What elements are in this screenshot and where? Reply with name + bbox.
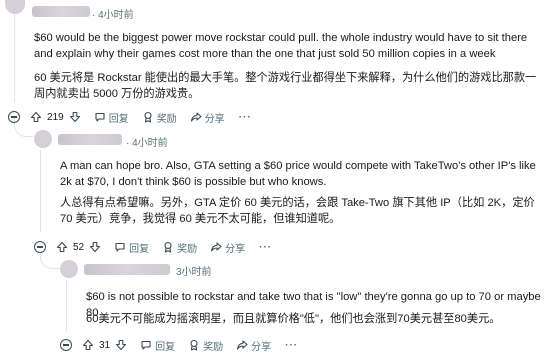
collapse-icon[interactable] [34, 241, 46, 253]
award-label: 奖励 [177, 243, 198, 255]
comment-text-zh: 60美元不可能成为摇滚明星，而且就算价格"低"，他们也会涨到70美元甚至80美元… [86, 313, 501, 325]
timestamp: · 4小时前 [126, 138, 168, 149]
thread-line-root [14, 2, 15, 102]
comment-text-zh: 人总得有点希望嘛。另外，GTA 定价 60 美元的话，会跟 Take-Two 旗… [60, 197, 535, 225]
comment-text-en: A man can hope bro. Also, GTA setting a … [60, 160, 536, 188]
award-icon [144, 111, 152, 123]
comment-actions: 31 回复 奖励 分享 ··· [60, 335, 298, 355]
vote-count: 31 [99, 339, 111, 351]
upvote-arrow-icon[interactable] [30, 111, 42, 123]
award-label: 奖励 [203, 341, 224, 353]
reply-label: 回复 [155, 341, 176, 353]
comment-text-zh: 60 美元将是 Rockstar 能使出的最大手笔。整个游戏行业都得坐下来解释，… [34, 72, 537, 100]
avatar[interactable] [5, 0, 25, 14]
speech-bubble-icon [115, 242, 125, 252]
share-button[interactable]: 分享 [236, 338, 271, 353]
award-icon [190, 339, 198, 351]
share-label: 分享 [225, 243, 246, 255]
award-button[interactable]: 奖励 [142, 110, 177, 125]
more-options-button[interactable]: ··· [285, 340, 298, 351]
downvote-arrow-icon[interactable] [89, 241, 101, 253]
reply-button[interactable]: 回复 [140, 338, 175, 353]
collapse-icon[interactable] [60, 339, 72, 351]
award-icon [164, 241, 172, 253]
timestamp: 3小时前 [176, 267, 212, 278]
share-button[interactable]: 分享 [210, 240, 245, 255]
reply-button[interactable]: 回复 [94, 110, 129, 125]
share-label: 分享 [204, 113, 225, 125]
thread-line-nested-reply [66, 280, 67, 332]
reply-label: 回复 [129, 243, 150, 255]
username[interactable] [58, 134, 122, 145]
collapse-icon[interactable] [8, 111, 20, 123]
reply-label: 回复 [108, 113, 129, 125]
timestamp: · 4小时前 [92, 10, 134, 21]
username[interactable] [84, 264, 170, 275]
vote-count: 219 [47, 111, 64, 123]
vote-count: 52 [73, 241, 85, 253]
share-arrow-icon [237, 340, 248, 350]
avatar[interactable] [34, 130, 52, 148]
upvote-arrow-icon[interactable] [82, 339, 94, 351]
share-button[interactable]: 分享 [190, 110, 225, 125]
share-arrow-icon [211, 242, 222, 252]
award-label: 奖励 [156, 113, 177, 125]
comment-actions: 219 回复 奖励 分享 ··· [8, 107, 252, 127]
comment-actions: 52 回复 奖励 分享 ··· [34, 237, 272, 257]
share-arrow-icon [190, 112, 202, 122]
comment-text-en: $60 would be the biggest power move rock… [34, 32, 528, 60]
speech-bubble-icon [95, 112, 105, 122]
thread-line-reply [40, 150, 41, 232]
award-button[interactable]: 奖励 [162, 240, 197, 255]
share-label: 分享 [251, 341, 272, 353]
upvote-arrow-icon[interactable] [56, 241, 68, 253]
speech-bubble-icon [141, 340, 151, 350]
username[interactable] [32, 6, 90, 17]
downvote-arrow-icon[interactable] [69, 111, 81, 123]
downvote-arrow-icon[interactable] [115, 339, 127, 351]
award-button[interactable]: 奖励 [188, 338, 223, 353]
avatar[interactable] [60, 260, 78, 278]
more-options-button[interactable]: ··· [239, 112, 252, 123]
more-options-button[interactable]: ··· [259, 242, 272, 253]
reply-button[interactable]: 回复 [114, 240, 149, 255]
